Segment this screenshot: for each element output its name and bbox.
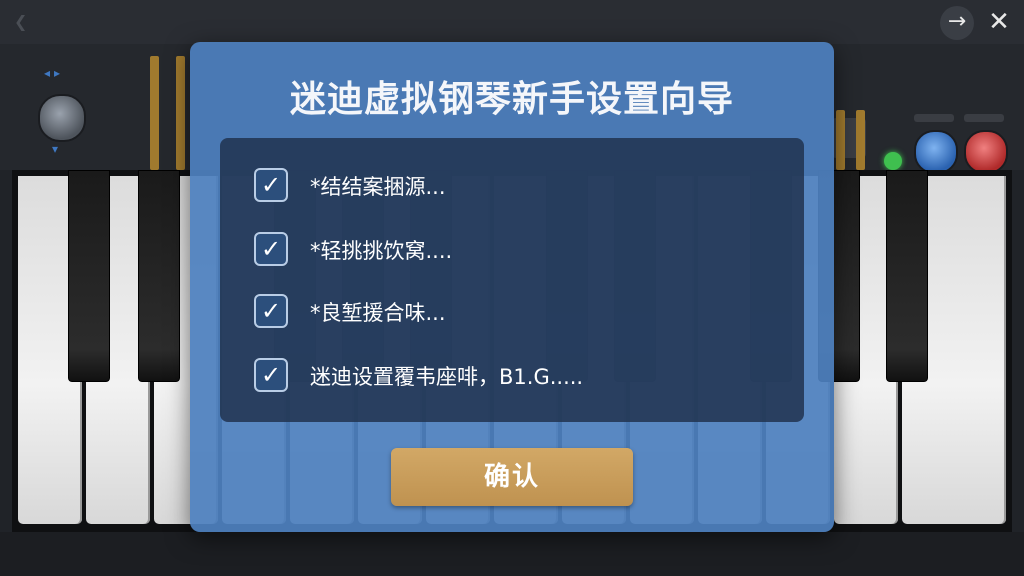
back-icon[interactable]: ❮ bbox=[14, 12, 27, 31]
option-row[interactable]: ✓ 迷迪设置覆韦座啡，B1.G..... bbox=[254, 358, 794, 398]
next-arrow-button[interactable]: → bbox=[940, 6, 974, 40]
option-row[interactable]: ✓ *轻挑挑饮窝.... bbox=[254, 232, 794, 272]
checkbox[interactable]: ✓ bbox=[254, 168, 288, 202]
option-label: *结结案捆源... bbox=[310, 175, 446, 199]
option-label: *良堑援合味... bbox=[310, 301, 446, 325]
white-key[interactable] bbox=[948, 176, 1006, 524]
red-control-button[interactable] bbox=[964, 130, 1008, 174]
checkmark-icon: ✓ bbox=[260, 297, 282, 325]
options-panel: ✓ *结结案捆源... ✓ *轻挑挑饮窝.... ✓ *良堑援合味... ✓ 迷… bbox=[220, 138, 804, 422]
checkbox[interactable]: ✓ bbox=[254, 232, 288, 266]
option-row[interactable]: ✓ *结结案捆源... bbox=[254, 168, 794, 208]
volume-knob[interactable] bbox=[38, 94, 86, 142]
gold-slider[interactable] bbox=[150, 56, 159, 170]
checkbox[interactable]: ✓ bbox=[254, 294, 288, 328]
black-key[interactable] bbox=[886, 170, 928, 382]
option-label: *轻挑挑饮窝.... bbox=[310, 239, 453, 263]
knob-label-icon: ▾ bbox=[52, 142, 59, 156]
confirm-button[interactable]: 确认 bbox=[391, 448, 633, 506]
gold-slider[interactable] bbox=[836, 110, 845, 170]
bottom-strip bbox=[0, 532, 1024, 576]
black-key[interactable] bbox=[68, 170, 110, 382]
power-led bbox=[884, 152, 902, 170]
checkmark-icon: ✓ bbox=[260, 171, 282, 199]
checkmark-icon: ✓ bbox=[260, 235, 282, 263]
option-row[interactable]: ✓ *良堑援合味... bbox=[254, 294, 794, 334]
gold-slider[interactable] bbox=[176, 56, 185, 170]
checkmark-icon: ✓ bbox=[260, 361, 282, 389]
blue-control-button[interactable] bbox=[914, 130, 958, 174]
close-icon: ✕ bbox=[988, 7, 1010, 37]
option-label: 迷迪设置覆韦座啡，B1.G..... bbox=[310, 365, 584, 389]
setup-wizard-dialog: 迷迪虚拟钢琴新手设置向导 ✓ *结结案捆源... ✓ *轻挑挑饮窝.... ✓ … bbox=[190, 42, 834, 532]
control-caption bbox=[964, 114, 1004, 122]
dialog-title: 迷迪虚拟钢琴新手设置向导 bbox=[289, 79, 734, 120]
knob-indicator-icon: ◂▸ bbox=[44, 66, 65, 80]
close-button[interactable]: ✕ bbox=[982, 6, 1016, 40]
gold-slider[interactable] bbox=[856, 110, 865, 170]
checkbox[interactable]: ✓ bbox=[254, 358, 288, 392]
control-caption bbox=[914, 114, 954, 122]
arrow-right-icon: → bbox=[947, 9, 967, 34]
top-bar: ❮ → ✕ bbox=[0, 0, 1024, 45]
black-key[interactable] bbox=[138, 170, 180, 382]
